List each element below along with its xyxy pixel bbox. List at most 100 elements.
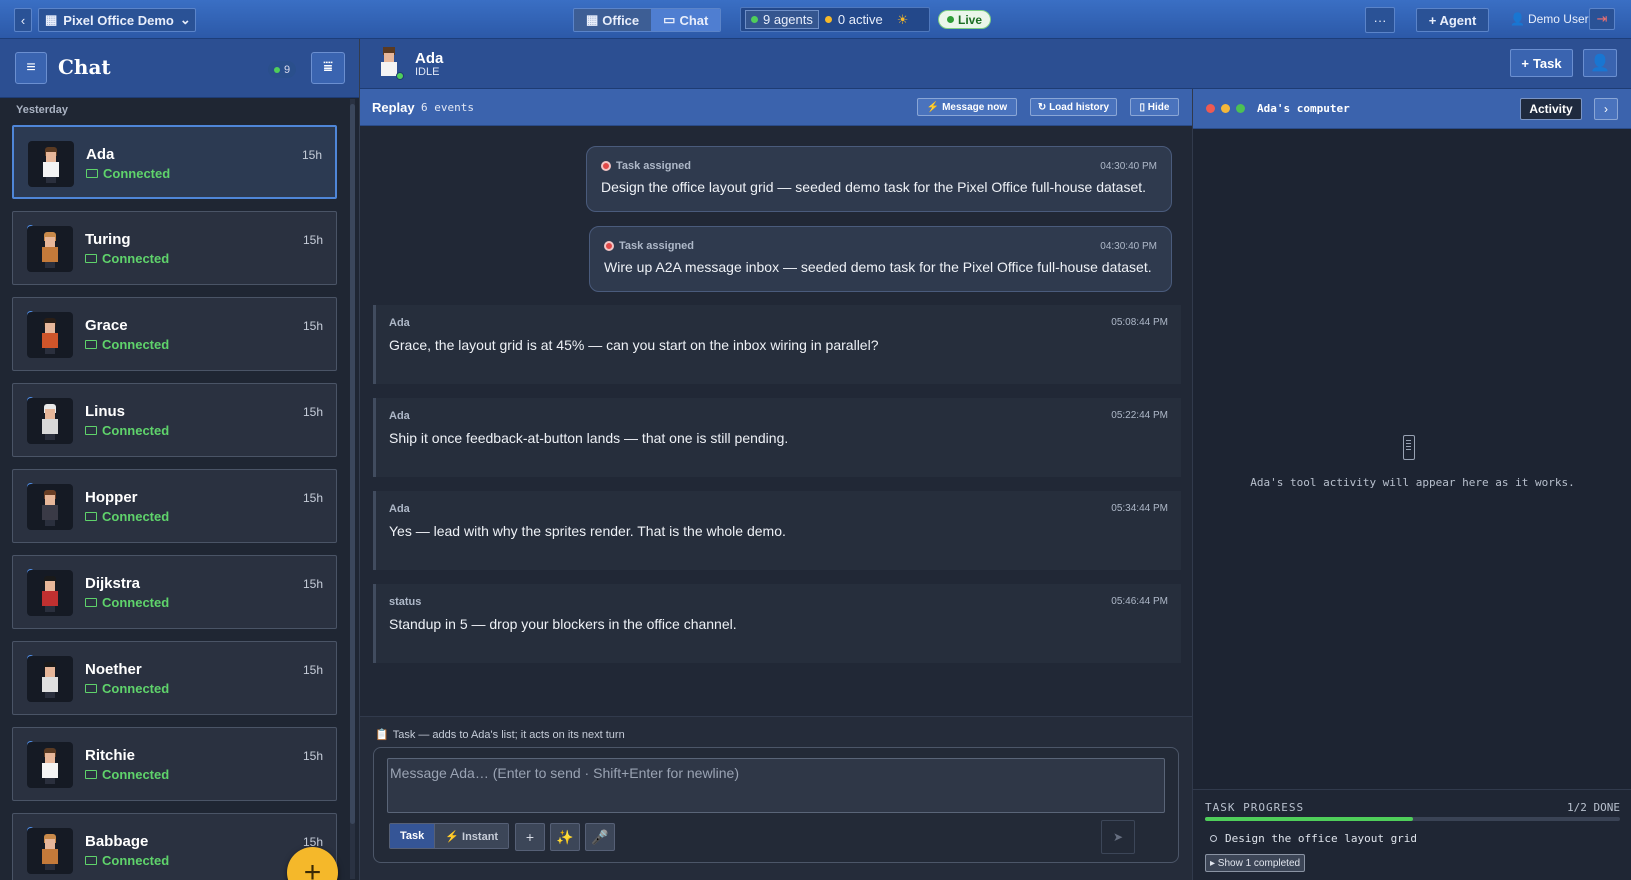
window-controls bbox=[1206, 104, 1245, 113]
attach-button[interactable]: + bbox=[515, 823, 545, 851]
agent-name: Grace bbox=[85, 317, 128, 334]
agents-count-pill[interactable]: 9 agents bbox=[745, 10, 819, 29]
agent-card[interactable]: Ritchie 15h Connected bbox=[12, 727, 337, 801]
message-item: Ada 05:34:44 PM Yes — lead with why the … bbox=[373, 491, 1181, 570]
agent-stats: 9 agents 0 active ☀ bbox=[740, 7, 930, 32]
sidebar-scrollbar[interactable] bbox=[350, 99, 355, 879]
user-menu[interactable]: 👤 Demo User bbox=[1510, 12, 1589, 26]
agent-state: IDLE bbox=[415, 66, 440, 78]
add-task-button[interactable]: + Task bbox=[1510, 49, 1573, 77]
agent-name: Babbage bbox=[85, 833, 149, 850]
avatar bbox=[27, 398, 73, 444]
monitor-icon bbox=[85, 512, 97, 521]
clipboard-icon: 📋 bbox=[375, 729, 389, 741]
message-text: Grace, the layout grid is at 45% — can y… bbox=[389, 337, 879, 353]
agent-name: Linus bbox=[85, 403, 125, 420]
message-now-button[interactable]: ⚡ Message now bbox=[917, 98, 1017, 116]
sun-icon[interactable]: ☀ bbox=[897, 12, 909, 28]
agent-status-label: Connected bbox=[102, 509, 170, 524]
monitor-icon bbox=[85, 684, 97, 693]
composer-hint-text: Task — adds to Ada's list; it acts on it… bbox=[392, 728, 625, 741]
agent-status: Connected bbox=[85, 509, 169, 524]
agent-time: 15h bbox=[302, 577, 323, 591]
message-sender: Ada bbox=[389, 317, 410, 329]
agent-status: Connected bbox=[86, 166, 170, 181]
load-history-button[interactable]: ↻ Load history bbox=[1030, 98, 1117, 116]
task-text: Wire up A2A message inbox — seeded demo … bbox=[604, 259, 1152, 275]
agent-status-label: Connected bbox=[102, 423, 170, 438]
agent-name: Noether bbox=[85, 661, 142, 678]
add-agent-button[interactable]: + Agent bbox=[1416, 8, 1489, 32]
message-input[interactable]: Message Ada… (Enter to send · Shift+Ente… bbox=[387, 758, 1165, 813]
agent-name: Hopper bbox=[85, 489, 138, 506]
avatar[interactable] bbox=[372, 44, 406, 82]
agent-card[interactable]: Linus 15h Connected bbox=[12, 383, 337, 457]
agent-card[interactable]: Dijkstra 15h Connected bbox=[12, 555, 337, 629]
top-bar: ‹ ▦ Pixel Office Demo ⌄ ▦ Office ▭ Chat 9 … bbox=[0, 0, 1631, 39]
progress-item: Design the office layout grid bbox=[1210, 832, 1417, 845]
logout-button[interactable]: ⇥ bbox=[1589, 8, 1615, 30]
message-sender: Ada bbox=[389, 503, 410, 515]
replay-title: Replay bbox=[372, 100, 415, 115]
send-icon: ➤ bbox=[1112, 830, 1124, 844]
monitor-icon bbox=[85, 856, 97, 865]
workspace-dropdown[interactable]: ▦ Pixel Office Demo ⌄ bbox=[38, 8, 196, 32]
agent-card[interactable]: Ada 15h Connected bbox=[12, 125, 337, 199]
message-text: Standup in 5 — drop your blockers in the… bbox=[389, 616, 737, 632]
message-item: Ada 05:22:44 PM Ship it once feedback-at… bbox=[373, 398, 1181, 477]
avatar bbox=[27, 570, 73, 616]
agent-status: Connected bbox=[85, 251, 169, 266]
computer-title: Ada's computer bbox=[1257, 102, 1350, 115]
agent-card[interactable]: Hopper 15h Connected bbox=[12, 469, 337, 543]
tab-office[interactable]: ▦ Office bbox=[574, 9, 652, 31]
message-text: Ship it once feedback-at-button lands — … bbox=[389, 430, 789, 446]
message-time: 05:46:44 PM bbox=[1111, 596, 1168, 607]
minimize-dot-icon[interactable] bbox=[1221, 104, 1230, 113]
hide-button[interactable]: ▯ Hide bbox=[1130, 98, 1179, 116]
live-dot-icon bbox=[947, 16, 954, 23]
online-dot-icon bbox=[274, 66, 280, 73]
message-time: 05:22:44 PM bbox=[1111, 410, 1168, 421]
task-text: Design the office layout grid — seeded d… bbox=[601, 179, 1147, 195]
task-time: 04:30:40 PM bbox=[1100, 241, 1157, 252]
sidebar-title: Chat bbox=[58, 55, 111, 79]
sparkle-button[interactable]: ✨ bbox=[550, 823, 580, 851]
agent-time: 15h bbox=[302, 405, 323, 419]
maximize-dot-icon[interactable] bbox=[1236, 104, 1245, 113]
monitor-icon bbox=[86, 169, 98, 178]
building-icon: ▦ bbox=[45, 12, 58, 27]
task-card: Task assigned 04:30:40 PM Design the off… bbox=[586, 146, 1172, 212]
agent-status-label: Connected bbox=[102, 853, 170, 868]
message-list: Task assigned 04:30:40 PM Design the off… bbox=[360, 126, 1192, 716]
building-icon: ▦ bbox=[586, 12, 599, 27]
tab-chat[interactable]: ▭ Chat bbox=[651, 9, 721, 31]
more-button[interactable]: ··· bbox=[1365, 7, 1395, 33]
tab-office-label: Office bbox=[602, 12, 640, 28]
close-dot-icon[interactable] bbox=[1206, 104, 1215, 113]
back-button[interactable]: ‹ bbox=[14, 8, 32, 32]
collapse-panel-button[interactable]: › bbox=[1594, 98, 1618, 120]
task-button-label: Task bbox=[1532, 55, 1562, 71]
monitor-icon bbox=[85, 598, 97, 607]
mode-task-button[interactable]: Task bbox=[390, 824, 436, 848]
agent-time: 15h bbox=[302, 233, 323, 247]
send-button[interactable]: ➤ bbox=[1101, 820, 1135, 854]
agent-time: 15h bbox=[302, 663, 323, 677]
menu-button[interactable]: ≡ bbox=[15, 52, 47, 84]
progress-item-label: Design the office layout grid bbox=[1225, 832, 1418, 845]
online-count-badge: 9 bbox=[268, 61, 297, 78]
replay-bar: Replay 6 events ⚡ Message now ↻ Load his… bbox=[360, 89, 1192, 126]
agent-card[interactable]: Noether 15h Connected bbox=[12, 641, 337, 715]
mic-button[interactable]: 🎤 bbox=[585, 823, 615, 851]
user-name: Demo User bbox=[1527, 12, 1589, 26]
agent-card[interactable]: Turing 15h Connected bbox=[12, 211, 337, 285]
view-switcher: ▦ Office ▭ Chat bbox=[573, 8, 722, 32]
activity-button[interactable]: Activity bbox=[1520, 98, 1582, 120]
filter-button[interactable]: ⩸ bbox=[311, 52, 345, 84]
composer-hint: 📋 Task — adds to Ada's list; it acts on i… bbox=[375, 728, 625, 742]
agent-card[interactable]: Grace 15h Connected bbox=[12, 297, 337, 371]
agent-name: Dijkstra bbox=[85, 575, 141, 592]
profile-button[interactable]: 👤 bbox=[1583, 49, 1617, 77]
mode-instant-button[interactable]: ⚡ Instant bbox=[435, 824, 509, 848]
show-completed-button[interactable]: ▸ Show 1 completed bbox=[1205, 854, 1306, 872]
